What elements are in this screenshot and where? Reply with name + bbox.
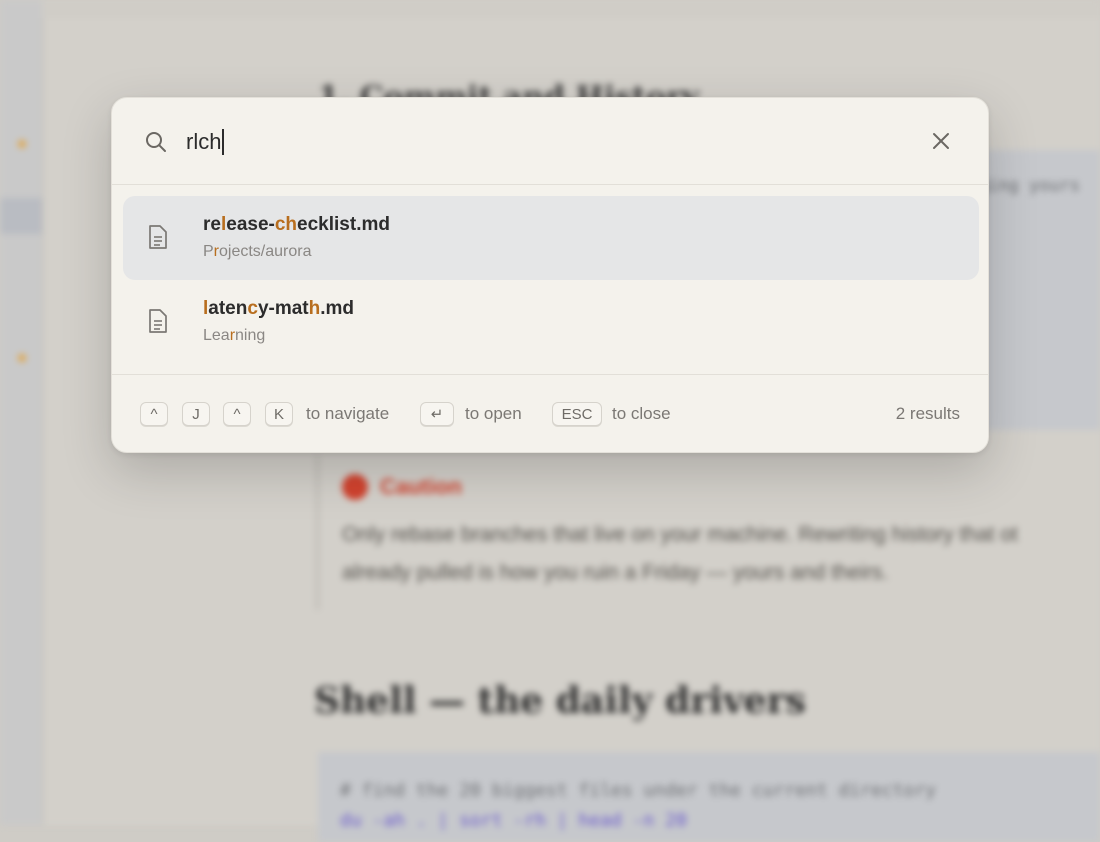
path-segment: ning: [235, 327, 266, 344]
path-segment: Lea: [203, 327, 230, 344]
quick-switcher-modal: rlch release-checklist.md Projects/auror…: [111, 97, 989, 453]
title-segment: aten: [208, 298, 248, 319]
keyboard-hints-footer: ^ J ^ K to navigate ↵ to open ESC to clo…: [112, 374, 988, 454]
text-caret: [222, 129, 225, 155]
document-icon: [149, 309, 167, 333]
sidebar-selected-item: [0, 198, 42, 234]
section-heading-2: Shell — the daily drivers: [314, 680, 806, 722]
callout-line-2: already pulled is how you ruin a Friday …: [342, 561, 889, 584]
open-hint: to open: [465, 404, 522, 423]
callout-line-1: Only rebase branches that live on your m…: [342, 523, 1018, 546]
document-icon: [149, 225, 167, 249]
top-bar: [42, 0, 1100, 18]
search-bar: rlch: [112, 98, 988, 185]
callout-header: Caution: [342, 474, 462, 500]
callout-bar: [316, 455, 319, 610]
key-enter: ↵: [420, 402, 454, 426]
result-item[interactable]: latency-math.md Learning: [123, 280, 979, 364]
key-ctrl: ^: [223, 402, 251, 426]
close-icon[interactable]: [930, 130, 952, 152]
code-line: du -ah . | sort -rh | head -n 20: [340, 810, 687, 831]
result-title: latency-math.md: [203, 298, 354, 320]
code-block-2: # find the 20 biggest files under the cu…: [318, 752, 1100, 842]
key-ctrl: ^: [140, 402, 168, 426]
callout-text: Only rebase branches that live on your m…: [342, 516, 1100, 592]
key-esc: ESC: [552, 402, 602, 426]
code-comment: # find the 20 biggest files under the cu…: [340, 780, 937, 801]
result-path: Projects/aurora: [203, 243, 312, 261]
title-segment: ecklist.md: [297, 214, 390, 235]
key-j: J: [182, 402, 210, 426]
search-icon: [146, 132, 166, 152]
sidebar-dot-icon: [18, 140, 26, 148]
title-match: c: [247, 298, 258, 319]
key-k: K: [265, 402, 293, 426]
title-segment: re: [203, 214, 221, 235]
search-input[interactable]: rlch: [186, 126, 225, 158]
search-query: rlch: [186, 129, 222, 154]
path-segment: P: [203, 243, 214, 260]
result-count: 2 results: [895, 404, 960, 423]
title-match: h: [308, 298, 321, 319]
path-segment: ojects/aurora: [219, 243, 312, 260]
sidebar-dot-icon: [18, 354, 26, 362]
result-path: Learning: [203, 327, 265, 345]
callout-label: Caution: [380, 474, 462, 499]
sidebar: [0, 0, 43, 825]
navigate-hint: to navigate: [306, 404, 390, 423]
result-title: release-checklist.md: [203, 214, 390, 236]
close-hint: to close: [612, 404, 671, 423]
title-segment: .md: [320, 298, 355, 319]
result-item[interactable]: release-checklist.md Projects/aurora: [123, 196, 979, 280]
results-list: release-checklist.md Projects/aurora lat…: [123, 196, 979, 364]
title-match: ch: [274, 214, 298, 235]
title-segment: y-mat: [257, 298, 309, 319]
title-segment: ease-: [226, 214, 275, 235]
caution-icon: [342, 474, 368, 500]
